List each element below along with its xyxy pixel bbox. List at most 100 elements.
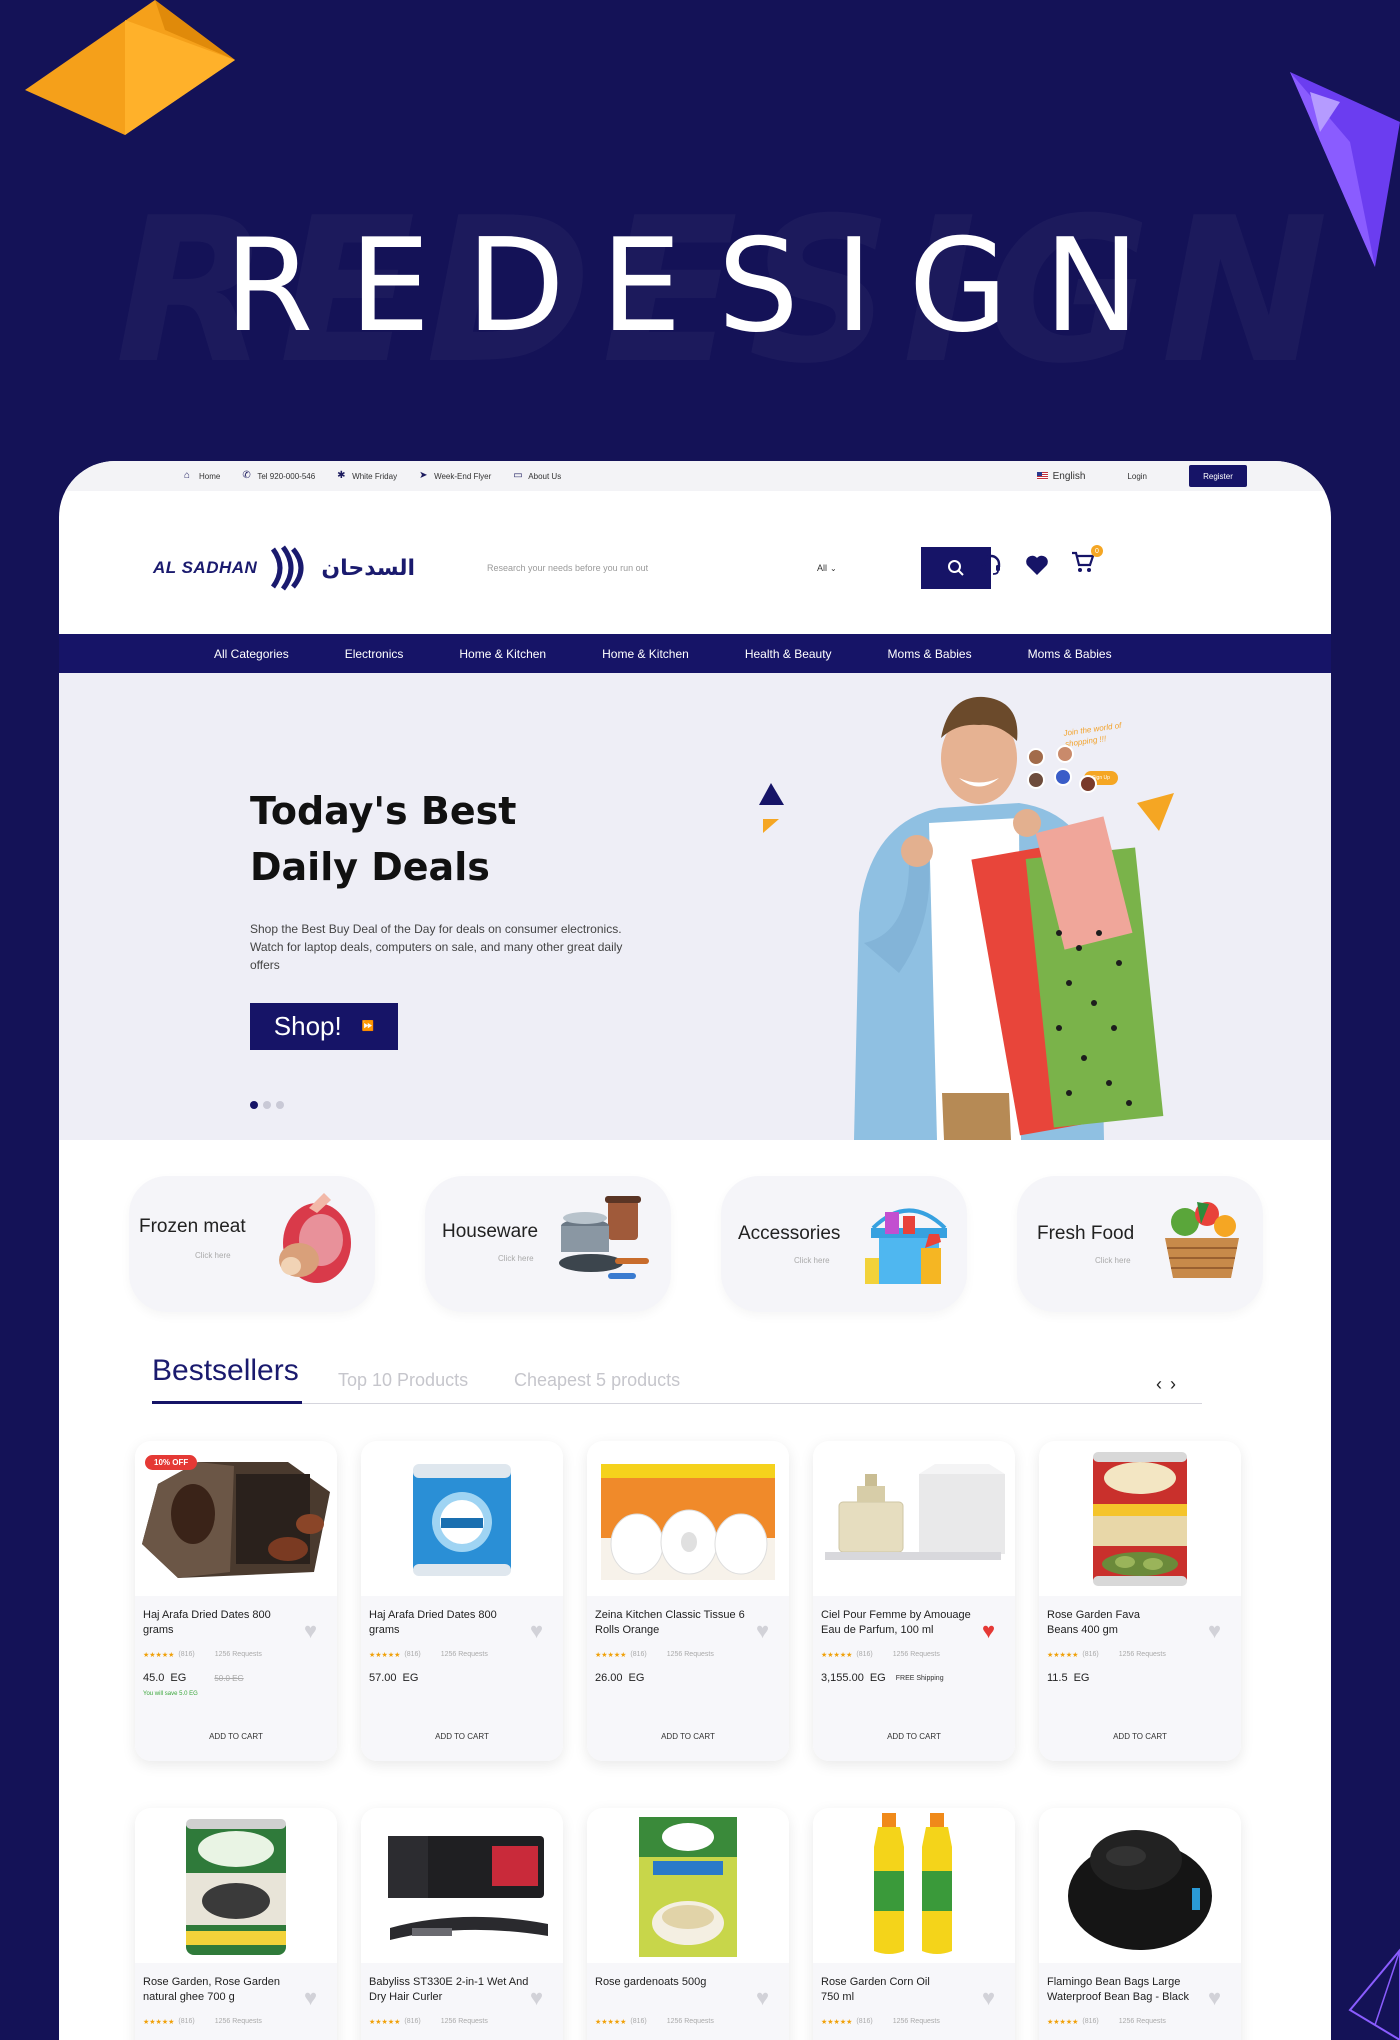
product-grid-row-1: 10% OFF Haj Arafa Dried Dates 800 grams … bbox=[135, 1441, 1245, 1761]
nav-electronics[interactable]: Electronics bbox=[345, 647, 404, 661]
category-label: Accessories bbox=[738, 1223, 841, 1244]
heart-icon[interactable]: ♥ bbox=[982, 1618, 995, 1644]
product-card[interactable]: Rose Garden, Rose Garden natural ghee 70… bbox=[135, 1808, 337, 2040]
topbar-white-friday-link[interactable]: ✱ White Friday bbox=[337, 471, 397, 481]
stars-icon: ★★★★★ bbox=[369, 1652, 401, 1659]
carousel-dot-2[interactable] bbox=[263, 1101, 271, 1109]
stars-icon: ★★★★★ bbox=[821, 2019, 853, 2026]
topbar-about-link[interactable]: ▭ About Us bbox=[513, 471, 561, 481]
heart-icon[interactable]: ♥ bbox=[756, 1618, 769, 1644]
product-card[interactable]: Zeina Kitchen Classic Tissue 6 Rolls Ora… bbox=[587, 1441, 789, 1761]
hair-straightener-image bbox=[361, 1808, 563, 1963]
topbar-account: English Login Register bbox=[1036, 465, 1247, 487]
request-count: 1256 Requests bbox=[666, 2018, 714, 2025]
utility-bar: ⌂ Home ✆ Tel 920-000-546 ✱ White Friday … bbox=[59, 461, 1331, 491]
heart-icon[interactable]: ♥ bbox=[756, 1985, 769, 2011]
rating-count: (816) bbox=[178, 2018, 195, 2025]
wishlist-heart-icon[interactable] bbox=[1025, 554, 1049, 576]
product-card[interactable]: Flamingo Bean Bags Large Waterproof Bean… bbox=[1039, 1808, 1241, 2040]
product-price: 45.0 EG 50.0 EG bbox=[143, 1672, 244, 1684]
redesign-heading: REDESIGN bbox=[224, 212, 1176, 361]
topbar-item-label: Tel 920-000-546 bbox=[257, 471, 316, 481]
chevron-down-icon: ⌄ bbox=[830, 563, 837, 573]
language-label: English bbox=[1052, 470, 1086, 482]
shop-button[interactable]: Shop! ⏩ bbox=[250, 1003, 398, 1050]
register-button[interactable]: Register bbox=[1189, 465, 1247, 487]
product-card[interactable]: Rose gardenoats 500g ♥ ★★★★★ (816) 1256 Re… bbox=[587, 1808, 789, 2040]
rating-count: (816) bbox=[1082, 1651, 1099, 1658]
product-card[interactable]: Haj Arafa Dried Dates 800 grams ♥ ★★★★★(… bbox=[361, 1441, 563, 1761]
product-info: Haj Arafa Dried Dates 800 grams ♥ ★★★★★(… bbox=[361, 1596, 563, 1761]
cart-button[interactable]: 0 bbox=[1071, 545, 1103, 578]
heart-icon[interactable]: ♥ bbox=[530, 1618, 543, 1644]
carousel-dot-3[interactable] bbox=[276, 1101, 284, 1109]
add-to-cart-button[interactable]: ADD TO CART bbox=[587, 1732, 789, 1741]
category-houseware[interactable]: Houseware Click here bbox=[425, 1176, 671, 1312]
price-value: 3,155.00 bbox=[821, 1672, 864, 1684]
rating-count: (816) bbox=[630, 1651, 647, 1658]
category-select[interactable]: All ⌄ bbox=[817, 563, 847, 573]
product-card[interactable]: Ciel Pour Femme by Amouage Eau de Parfum… bbox=[813, 1441, 1015, 1761]
product-name: Rose gardenoats 500g bbox=[595, 1976, 707, 1988]
headset-support-icon[interactable] bbox=[979, 553, 1003, 577]
us-flag-icon bbox=[1036, 472, 1048, 480]
request-count: 1256 Requests bbox=[440, 2018, 488, 2025]
heart-icon[interactable]: ♥ bbox=[530, 1985, 543, 2011]
add-to-cart-button[interactable]: ADD TO CART bbox=[1039, 1732, 1241, 1741]
topbar-flyer-link[interactable]: ➤ Week-End Flyer bbox=[419, 471, 491, 481]
product-card[interactable]: Babyliss ST330E 2-in-1 Wet And Dry Hair … bbox=[361, 1808, 563, 2040]
add-to-cart-button[interactable]: ADD TO CART bbox=[135, 1732, 337, 1741]
tab-top-10[interactable]: Top 10 Products bbox=[338, 1370, 468, 1391]
product-info: Haj Arafa Dried Dates 800 grams ♥ ★★★★★(… bbox=[135, 1596, 337, 1761]
price-currency: EG bbox=[1073, 1672, 1090, 1684]
nav-health-beauty[interactable]: Health & Beauty bbox=[745, 647, 832, 661]
heart-icon[interactable]: ♥ bbox=[1208, 1985, 1221, 2011]
heart-icon[interactable]: ♥ bbox=[1208, 1618, 1221, 1644]
nav-all-categories[interactable]: All Categories bbox=[214, 647, 289, 661]
carousel-dot-1[interactable] bbox=[250, 1101, 258, 1109]
price-currency: EG bbox=[170, 1672, 187, 1684]
product-info: Rose Garden Corn Oil 750 ml ♥ ★★★★★ (816)… bbox=[813, 1963, 1015, 2040]
heart-icon[interactable]: ♥ bbox=[304, 1985, 317, 2011]
category-fresh-food[interactable]: Fresh Food Click here bbox=[1017, 1176, 1263, 1312]
tab-bestsellers[interactable]: Bestsellers bbox=[152, 1354, 299, 1388]
product-card[interactable]: 10% OFF Haj Arafa Dried Dates 800 grams … bbox=[135, 1441, 337, 1761]
price-currency: EG bbox=[628, 1672, 645, 1684]
al-sadhan-logo[interactable]: AL SADHAN السدحان bbox=[153, 545, 415, 591]
tissue-rolls-image bbox=[587, 1441, 789, 1596]
fast-forward-icon: ⏩ bbox=[361, 1021, 375, 1032]
product-card[interactable]: Rose Garden Corn Oil 750 ml ♥ ★★★★★ (816)… bbox=[813, 1808, 1015, 2040]
add-to-cart-button[interactable]: ADD TO CART bbox=[813, 1732, 1015, 1741]
product-rating: ★★★★★ (816) 1256 Requests bbox=[143, 2018, 262, 2026]
category-frozen-meat[interactable]: Frozen meat Click here bbox=[129, 1176, 375, 1312]
product-price: 3,155.00 EG FREE Shipping bbox=[821, 1672, 944, 1684]
product-grid-row-2: Rose Garden, Rose Garden natural ghee 70… bbox=[135, 1808, 1245, 2040]
cart-count-badge: 0 bbox=[1091, 545, 1103, 557]
stars-icon: ★★★★★ bbox=[821, 1652, 853, 1659]
nav-moms-babies[interactable]: Moms & Babies bbox=[888, 647, 972, 661]
category-sublabel: Click here bbox=[498, 1254, 534, 1263]
topbar-home-link[interactable]: ⌂ Home bbox=[184, 471, 220, 481]
chevron-left-icon[interactable]: ‹ bbox=[1156, 1374, 1170, 1394]
search-input[interactable] bbox=[487, 563, 817, 573]
price-value: 26.00 bbox=[595, 1672, 623, 1684]
category-accessories[interactable]: Accessories Click here bbox=[721, 1176, 967, 1312]
nav-moms-babies-2[interactable]: Moms & Babies bbox=[1028, 647, 1112, 661]
login-link[interactable]: Login bbox=[1127, 472, 1147, 481]
nav-home-kitchen-2[interactable]: Home & Kitchen bbox=[602, 647, 689, 661]
carousel-arrows: ‹› bbox=[1156, 1374, 1184, 1395]
language-selector[interactable]: English bbox=[1036, 470, 1086, 482]
topbar-phone-link[interactable]: ✆ Tel 920-000-546 bbox=[242, 471, 315, 481]
heart-icon[interactable]: ♥ bbox=[304, 1618, 317, 1644]
category-label: Houseware bbox=[442, 1221, 539, 1242]
add-to-cart-button[interactable]: ADD TO CART bbox=[361, 1732, 563, 1741]
avatar bbox=[1027, 748, 1045, 766]
product-rating: ★★★★★ (816) 1256 Requests bbox=[595, 2018, 714, 2026]
chevron-right-icon[interactable]: › bbox=[1170, 1374, 1184, 1394]
heart-icon[interactable]: ♥ bbox=[982, 1985, 995, 2011]
logo-mark-icon bbox=[271, 545, 304, 591]
tab-cheapest-5[interactable]: Cheapest 5 products bbox=[514, 1370, 680, 1391]
vegetable-basket-icon bbox=[1165, 1202, 1239, 1278]
product-card[interactable]: Rose Garden Fava Beans 400 gm ♥ ★★★★★ (81… bbox=[1039, 1441, 1241, 1761]
nav-home-kitchen[interactable]: Home & Kitchen bbox=[459, 647, 546, 661]
